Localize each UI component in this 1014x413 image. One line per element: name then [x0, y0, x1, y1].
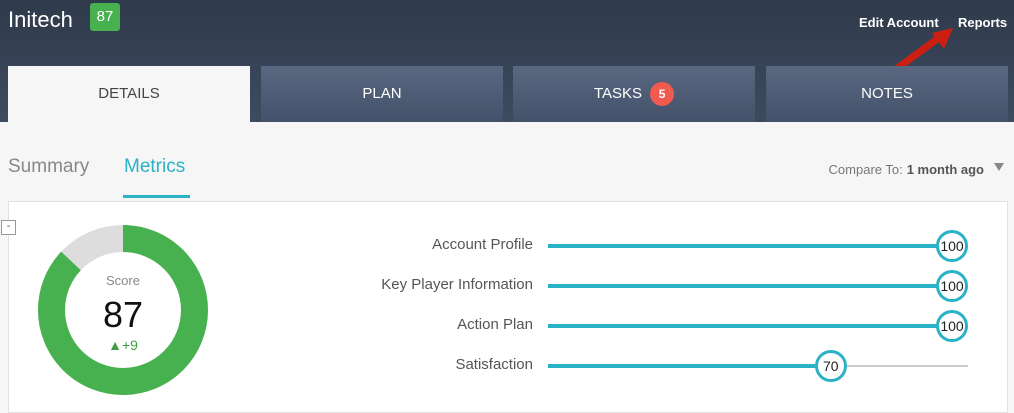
tab-details-label: DETAILS [98, 85, 160, 102]
compare-to-select[interactable]: Compare To: 1 month ago [829, 162, 984, 177]
metric-slider: 100 [548, 310, 968, 342]
metric-label: Satisfaction [455, 356, 533, 373]
metric-slider: 100 [548, 270, 968, 302]
collapse-button[interactable]: - [1, 220, 16, 235]
tasks-count-badge: 5 [650, 82, 675, 107]
metric-fill [548, 284, 952, 288]
metric-knob[interactable]: 100 [936, 270, 968, 302]
metric-label: Key Player Information [381, 276, 533, 293]
metric-slider: 100 [548, 230, 968, 262]
chevron-down-icon[interactable] [994, 163, 1004, 171]
compare-label: Compare To: [828, 162, 903, 177]
subtab-metrics[interactable]: Metrics [124, 156, 185, 178]
tab-details[interactable]: DETAILS [8, 66, 250, 122]
tab-notes-label: NOTES [861, 85, 913, 102]
tab-plan-label: PLAN [362, 85, 402, 102]
score-value: 87 [102, 294, 144, 335]
metric-fill [548, 324, 952, 328]
score-label: Score [106, 273, 140, 288]
metric-knob[interactable]: 100 [936, 310, 968, 342]
active-subtab-underline [123, 195, 190, 198]
subtab-summary[interactable]: Summary [8, 156, 89, 178]
up-triangle-icon: ▲ [108, 337, 122, 353]
tab-notes[interactable]: NOTES [766, 66, 1008, 122]
tab-plan[interactable]: PLAN [261, 66, 503, 122]
tab-tasks[interactable]: TASKS 5 [513, 66, 755, 122]
score-change: ▲+9 [63, 337, 183, 353]
metric-slider: 70 [548, 350, 968, 382]
score-change-value: +9 [121, 337, 138, 353]
metric-label: Action Plan [457, 316, 533, 333]
reports-link[interactable]: Reports [958, 15, 1007, 30]
metric-fill [548, 364, 831, 368]
tab-tasks-label: TASKS [593, 85, 643, 102]
metric-knob[interactable]: 70 [814, 350, 847, 382]
metric-knob[interactable]: 100 [936, 230, 968, 262]
app-header: Initech 87 Edit Account Reports DETAILS … [0, 0, 1014, 122]
score-badge: 87 [90, 3, 120, 31]
metric-fill [548, 244, 952, 248]
metric-label: Account Profile [432, 236, 533, 253]
company-name: Initech [8, 7, 73, 32]
compare-value: 1 month ago [906, 162, 984, 177]
